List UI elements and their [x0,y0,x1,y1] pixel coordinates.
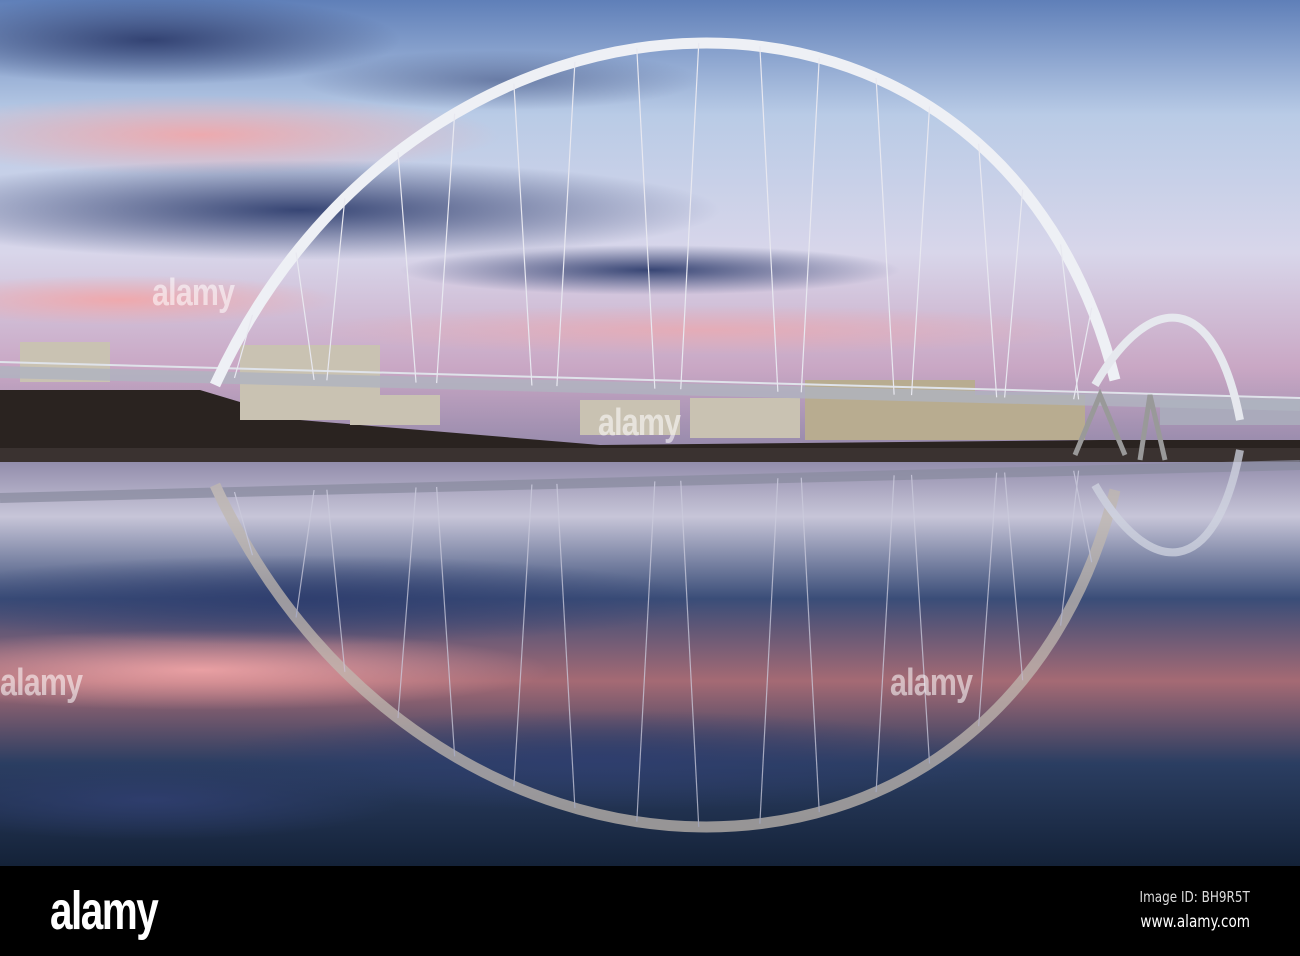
watermark: alamy [152,272,235,314]
stock-photo: alamy alamy alamy alamy alamy Image ID: … [0,0,1300,956]
watermark: alamy [0,662,83,704]
watermark: alamy [890,662,973,704]
footer-bar: alamy Image ID: BH9R5T www.alamy.com [0,866,1300,956]
watermark: alamy [598,402,681,444]
site-url[interactable]: www.alamy.com [1140,912,1250,932]
image-id: Image ID: BH9R5T [1139,888,1250,906]
alamy-logo: alamy [50,881,159,941]
